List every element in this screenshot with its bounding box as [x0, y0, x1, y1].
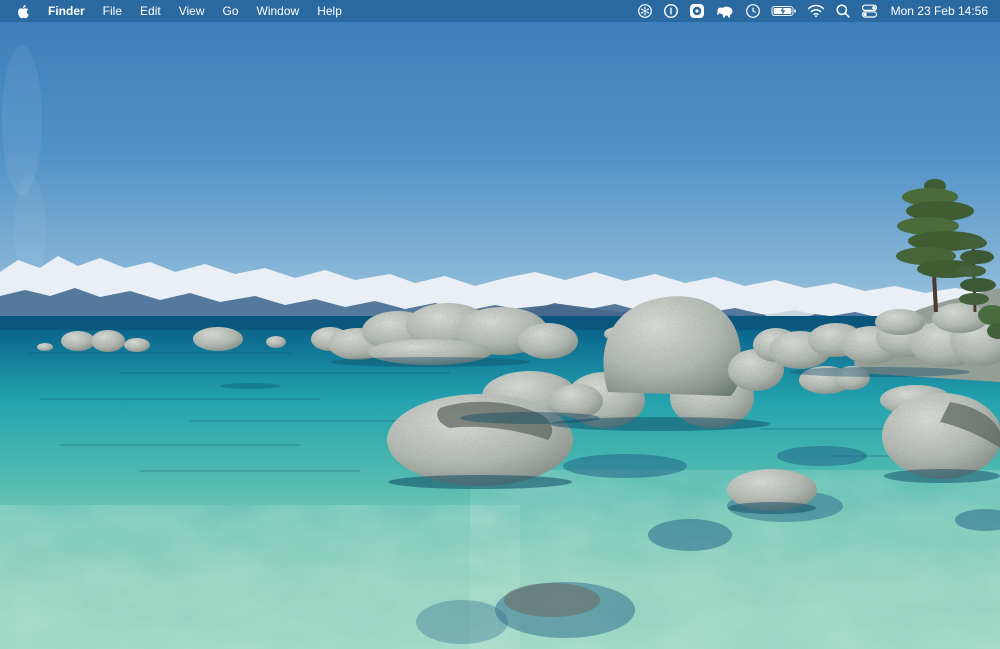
power-circle-icon[interactable]: [658, 0, 684, 22]
desktop[interactable]: Finder File Edit View Go Window Help: [0, 0, 1000, 649]
menu-app-name[interactable]: Finder: [39, 0, 94, 22]
wifi-icon[interactable]: [802, 0, 830, 22]
menu-view[interactable]: View: [170, 0, 214, 22]
pinwheel-circle-icon[interactable]: [632, 0, 658, 22]
camera-app-icon[interactable]: [684, 0, 710, 22]
clock-history-icon[interactable]: [740, 0, 766, 22]
menu-edit[interactable]: Edit: [131, 0, 170, 22]
menu-bar: Finder File Edit View Go Window Help: [0, 0, 1000, 22]
elephant-icon[interactable]: [710, 0, 740, 22]
wallpaper-image: [0, 0, 1000, 649]
menu-file[interactable]: File: [94, 0, 131, 22]
apple-logo-icon: [16, 4, 29, 19]
menu-window[interactable]: Window: [248, 0, 309, 22]
menu-help[interactable]: Help: [308, 0, 351, 22]
menu-go[interactable]: Go: [214, 0, 248, 22]
battery-charging-icon[interactable]: [766, 0, 802, 22]
spotlight-search-icon[interactable]: [830, 0, 856, 22]
apple-menu[interactable]: [10, 0, 39, 22]
menu-bar-clock[interactable]: Mon 23 Feb 14:56: [883, 4, 990, 18]
control-center-icon[interactable]: [856, 0, 883, 22]
